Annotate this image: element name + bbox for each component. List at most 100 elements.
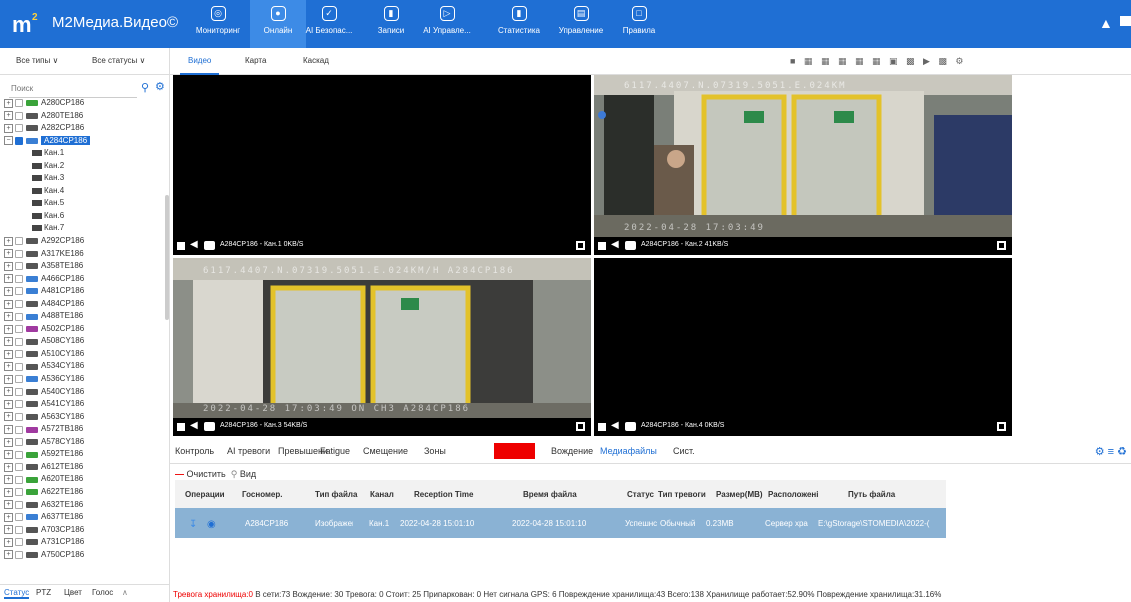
snapshot-icon[interactable] xyxy=(204,241,215,250)
vehicle-checkbox[interactable] xyxy=(15,450,23,459)
search-input[interactable] xyxy=(9,80,137,98)
column-header[interactable]: Статус xyxy=(627,490,654,499)
nav-0[interactable]: ◎ Мониторинг xyxy=(190,0,246,48)
nav-6[interactable]: ▤ Управление xyxy=(553,0,609,48)
view-button[interactable]: ⚲ Вид xyxy=(231,469,256,479)
nav-7[interactable]: □ Правила xyxy=(611,0,667,48)
vehicle-checkbox[interactable] xyxy=(15,500,23,509)
vehicle-checkbox[interactable] xyxy=(15,425,23,434)
tab-cascade[interactable]: Каскад xyxy=(303,56,329,65)
snapshot-icon[interactable] xyxy=(625,422,636,431)
gear-icon[interactable]: ⚙ xyxy=(155,80,165,93)
tree-item-channel[interactable]: Кан.4 xyxy=(4,185,164,198)
select-checkbox[interactable] xyxy=(598,242,606,250)
tree-item-vehicle[interactable]: + A282CP186 xyxy=(4,122,164,135)
vehicle-checkbox[interactable] xyxy=(15,99,23,108)
expand-icon[interactable]: + xyxy=(4,412,13,422)
vehicle-checkbox[interactable] xyxy=(15,300,23,309)
tree-item-vehicle[interactable]: + A540CY186 xyxy=(4,386,164,399)
tree-item-vehicle[interactable]: + A317KE186 xyxy=(4,248,164,261)
vehicle-checkbox[interactable] xyxy=(15,463,23,472)
vehicle-checkbox[interactable] xyxy=(15,287,23,296)
column-header[interactable]: Путь файла xyxy=(848,490,895,499)
expand-icon[interactable]: + xyxy=(4,550,13,560)
event-tab-5[interactable]: Зоны xyxy=(424,446,446,456)
nav-3[interactable]: ▮ Записи xyxy=(363,0,419,48)
speaker-icon[interactable]: ◀ xyxy=(190,239,198,250)
expand-icon[interactable]: + xyxy=(4,274,13,284)
tree-item-channel[interactable]: Кан.3 xyxy=(4,172,164,185)
vehicle-checkbox[interactable] xyxy=(15,538,23,547)
tree-item-vehicle[interactable]: + A510CY186 xyxy=(4,348,164,361)
expand-icon[interactable]: + xyxy=(4,249,13,259)
tree-item-vehicle[interactable]: + A484CP186 xyxy=(4,298,164,311)
vehicle-checkbox[interactable] xyxy=(15,525,23,534)
expand-icon[interactable]: + xyxy=(4,537,13,547)
vehicle-checkbox[interactable] xyxy=(15,513,23,522)
column-header[interactable]: Тип файла xyxy=(315,490,357,499)
eye-icon[interactable]: ◉ xyxy=(207,519,216,530)
video-tile-3[interactable]: 6117.4407.N.07319.5051.E.024KM/H A284CP1… xyxy=(173,258,591,436)
select-checkbox[interactable] xyxy=(177,423,185,431)
panel-tools[interactable]: ⚙ ≡ ♻ xyxy=(1095,445,1127,458)
collapse-icon[interactable]: ∧ xyxy=(122,588,128,597)
expand-icon[interactable]: + xyxy=(4,475,13,485)
vehicle-checkbox[interactable] xyxy=(15,249,23,258)
expand-icon[interactable]: + xyxy=(4,286,13,296)
event-tab-0[interactable]: Контроль xyxy=(175,446,214,456)
clear-button[interactable]: — Очистить xyxy=(175,469,226,479)
tree-item-vehicle[interactable]: + A488TE186 xyxy=(4,310,164,323)
column-header[interactable]: Госномер. xyxy=(242,490,282,499)
event-tab-7[interactable]: Вождение xyxy=(551,446,593,456)
tree-item-vehicle[interactable]: + A508CY186 xyxy=(4,335,164,348)
expand-icon[interactable]: + xyxy=(4,337,13,347)
vehicle-checkbox[interactable] xyxy=(15,550,23,559)
tab-video[interactable]: Видео xyxy=(179,56,220,75)
tab-map[interactable]: Карта xyxy=(245,56,266,65)
event-tab-1[interactable]: AI тревоги xyxy=(227,446,270,456)
vehicle-checkbox[interactable] xyxy=(15,136,23,145)
column-header[interactable]: Время файла xyxy=(523,490,577,499)
video-tile-4[interactable]: ◀ A284CP186 - Кан.4 0KB/S xyxy=(594,258,1012,436)
select-checkbox[interactable] xyxy=(598,423,606,431)
tree-item-vehicle[interactable]: + A637TE186 xyxy=(4,511,164,524)
expand-icon[interactable]: + xyxy=(4,387,13,397)
vehicle-checkbox[interactable] xyxy=(15,262,23,271)
vehicle-checkbox[interactable] xyxy=(15,274,23,283)
event-tab-3[interactable]: Fatigue xyxy=(320,446,350,456)
tree-item-vehicle[interactable]: + A578CY186 xyxy=(4,436,164,449)
expand-icon[interactable]: + xyxy=(4,362,13,372)
vehicle-checkbox[interactable] xyxy=(15,111,23,120)
vehicle-checkbox[interactable] xyxy=(15,375,23,384)
expand-icon[interactable]: + xyxy=(4,512,13,522)
video-tile-1[interactable]: ◀ A284CP186 - Кан.1 0KB/S xyxy=(173,75,591,255)
tree-item-vehicle[interactable]: + A481CP186 xyxy=(4,285,164,298)
select-checkbox[interactable] xyxy=(177,242,185,250)
tree-item-vehicle[interactable]: + A620TE186 xyxy=(4,473,164,486)
event-tab-4[interactable]: Смещение xyxy=(363,446,408,456)
expand-icon[interactable]: + xyxy=(4,487,13,497)
tree-item-vehicle[interactable]: + A466CP186 xyxy=(4,273,164,286)
vehicle-checkbox[interactable] xyxy=(15,475,23,484)
snapshot-icon[interactable] xyxy=(625,241,636,250)
event-tab-6[interactable]: Другие xyxy=(494,443,535,459)
expand-icon[interactable]: + xyxy=(4,462,13,472)
expand-icon[interactable]: + xyxy=(4,236,13,246)
expand-icon[interactable]: + xyxy=(4,374,13,384)
expand-icon[interactable]: + xyxy=(4,98,13,108)
nav-5[interactable]: ▮ Статистика xyxy=(491,0,547,48)
tree-item-vehicle[interactable]: + A534CY186 xyxy=(4,360,164,373)
tree-item-vehicle[interactable]: + A612TE186 xyxy=(4,461,164,474)
vehicle-checkbox[interactable] xyxy=(15,412,23,421)
search-icon[interactable]: ⚲ xyxy=(141,81,149,94)
vehicle-checkbox[interactable] xyxy=(15,312,23,321)
tree-item-vehicle[interactable]: + A502CP186 xyxy=(4,323,164,336)
expand-icon[interactable]: + xyxy=(4,450,13,460)
expand-icon[interactable]: + xyxy=(4,123,13,133)
download-icon[interactable]: ↧ xyxy=(189,519,197,530)
vehicle-checkbox[interactable] xyxy=(15,325,23,334)
vehicle-checkbox[interactable] xyxy=(15,438,23,447)
vehicle-checkbox[interactable] xyxy=(15,387,23,396)
column-header[interactable]: Размер(MB) xyxy=(716,490,763,499)
tree-item-vehicle[interactable]: + A358TE186 xyxy=(4,260,164,273)
